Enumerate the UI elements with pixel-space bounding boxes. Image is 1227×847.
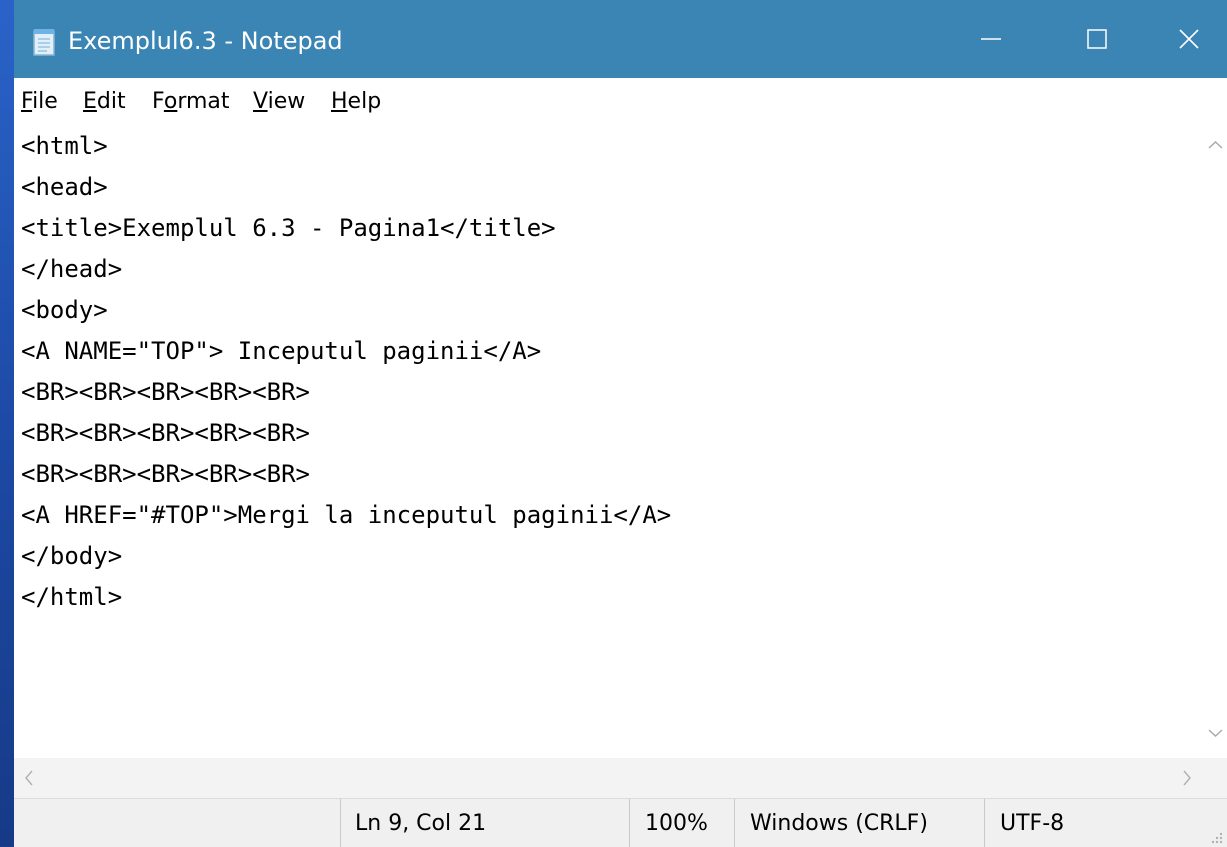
menu-view[interactable]: View	[253, 87, 305, 117]
editor-line: </body>	[21, 542, 123, 570]
status-divider	[984, 799, 985, 847]
menu-edit-label: dit	[96, 89, 126, 114]
menu-format-label: rmat	[177, 89, 230, 114]
vertical-scrollbar[interactable]	[1204, 124, 1227, 758]
maximize-button[interactable]	[1061, 0, 1133, 78]
scroll-left-arrow-icon[interactable]	[24, 770, 34, 786]
desktop-background	[0, 0, 14, 846]
status-line-ending: Windows (CRLF)	[750, 811, 928, 836]
status-divider	[340, 799, 341, 847]
notepad-window: Exemplul6.3 - Notepad File Edit Format V…	[14, 0, 1227, 847]
editor-line: <BR><BR><BR><BR><BR>	[21, 419, 310, 447]
editor-line: <title>Exemplul 6.3 - Pagina1</title>	[21, 214, 556, 242]
menu-format[interactable]: Format	[152, 87, 230, 117]
status-divider	[734, 799, 735, 847]
menu-help-mnemonic: H	[331, 89, 348, 114]
horizontal-scrollbar[interactable]	[14, 758, 1227, 798]
editor-line: <BR><BR><BR><BR><BR>	[21, 460, 310, 488]
menu-file-label: ile	[32, 89, 58, 114]
status-bar: Ln 9, Col 21 100% Windows (CRLF) UTF-8	[14, 798, 1227, 847]
menu-help[interactable]: Help	[331, 87, 381, 117]
status-encoding: UTF-8	[1000, 811, 1065, 836]
text-editor[interactable]: <html> <head> <title>Exemplul 6.3 - Pagi…	[14, 124, 1204, 758]
editor-line: <A NAME="TOP"> Inceputul paginii</A>	[21, 337, 542, 365]
editor-line: <BR><BR><BR><BR><BR>	[21, 378, 310, 406]
status-cursor-position: Ln 9, Col 21	[355, 811, 487, 836]
scroll-right-arrow-icon[interactable]	[1182, 770, 1192, 786]
editor-line: </html>	[21, 583, 123, 611]
menu-edit[interactable]: Edit	[83, 87, 126, 117]
status-zoom: 100%	[645, 811, 708, 836]
menu-help-label: elp	[347, 89, 382, 114]
editor-line: <html>	[21, 132, 108, 160]
menu-view-mnemonic: V	[253, 89, 268, 114]
close-button[interactable]	[1153, 0, 1225, 78]
scroll-up-arrow-icon[interactable]	[1208, 140, 1223, 150]
close-icon	[1179, 29, 1199, 49]
window-title: Exemplul6.3 - Notepad	[68, 27, 343, 55]
minimize-button[interactable]	[955, 0, 1027, 78]
menu-format-mnemonic: o	[163, 89, 178, 114]
menu-format-prefix: F	[152, 89, 164, 114]
minimize-icon	[981, 38, 1001, 40]
menu-file[interactable]: File	[21, 87, 58, 117]
status-divider	[629, 799, 630, 847]
menu-file-mnemonic: F	[21, 89, 33, 114]
editor-line: <body>	[21, 296, 108, 324]
menu-view-label: iew	[267, 89, 306, 114]
menu-edit-mnemonic: E	[83, 89, 97, 114]
menu-bar: File Edit Format View Help	[14, 78, 1227, 124]
notepad-icon	[33, 29, 55, 56]
title-bar[interactable]: Exemplul6.3 - Notepad	[14, 0, 1227, 78]
resize-grip-icon[interactable]	[1210, 831, 1224, 845]
editor-line: <A HREF="#TOP">Mergi la inceputul pagini…	[21, 501, 672, 529]
maximize-icon	[1087, 29, 1107, 49]
scroll-down-arrow-icon[interactable]	[1208, 728, 1223, 738]
editor-line: </head>	[21, 255, 123, 283]
editor-line: <head>	[21, 173, 108, 201]
